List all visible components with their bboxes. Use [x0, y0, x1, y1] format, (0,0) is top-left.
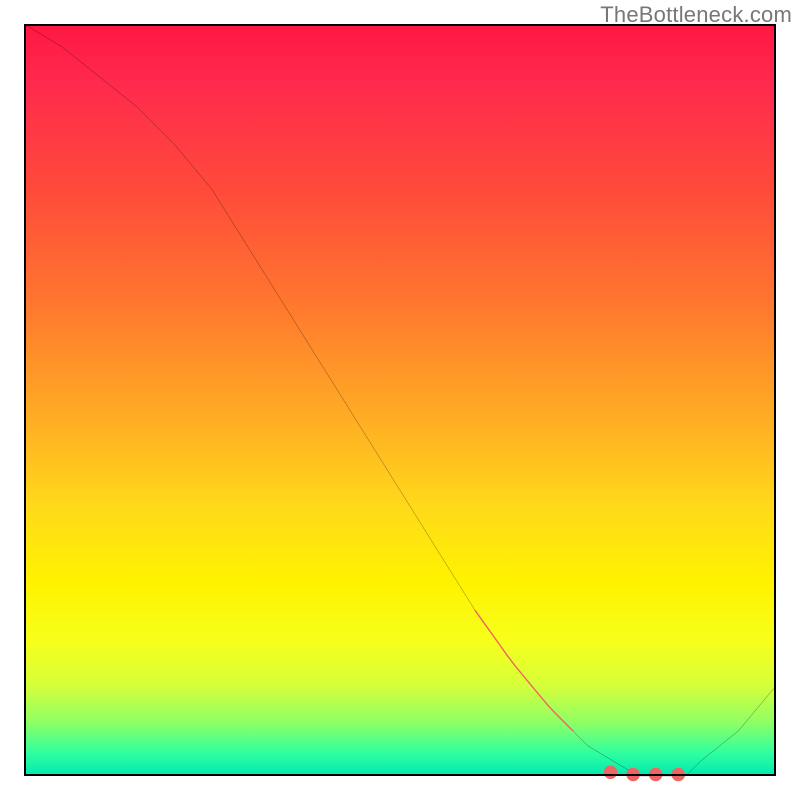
highlight-dot [649, 768, 663, 782]
chart-line [24, 24, 776, 776]
chart-container: TheBottleneck.com [0, 0, 800, 800]
highlight-dot [626, 768, 640, 782]
highlight-segment [475, 611, 573, 731]
highlight-dot [604, 765, 618, 779]
chart-svg [24, 24, 776, 776]
highlight-dots [604, 765, 685, 781]
highlight-dot [671, 768, 685, 782]
